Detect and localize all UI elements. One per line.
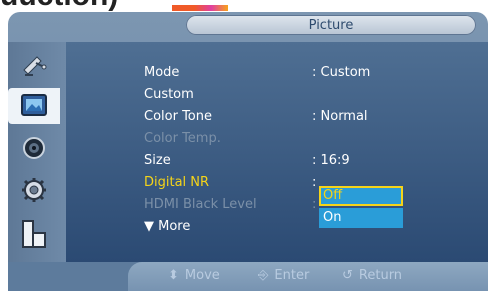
satellite-dish-icon xyxy=(23,56,47,76)
sidebar-tab-channel[interactable] xyxy=(12,48,56,84)
up-down-arrows-icon: ⬍ xyxy=(168,268,179,283)
cropped-color-swatch xyxy=(172,5,228,11)
menu-item-label: Digital NR xyxy=(144,175,210,190)
dropdown-option-on[interactable]: On xyxy=(319,208,403,228)
menu-item-more[interactable]: ▼ More xyxy=(144,218,190,236)
menu-item-size[interactable]: Size xyxy=(144,152,171,170)
hint-move-label: Move xyxy=(184,268,220,283)
input-icon xyxy=(22,220,46,248)
menu-item-label: Color Temp. xyxy=(144,131,221,146)
menu-item-custom[interactable]: Custom xyxy=(144,86,194,104)
sidebar xyxy=(8,42,66,262)
menu-item-color-tone[interactable]: Color Tone xyxy=(144,108,212,126)
sidebar-tab-setup[interactable] xyxy=(12,172,56,208)
hint-move: ⬍ Move xyxy=(168,268,220,283)
menu-content: Mode : Custom Custom Color Tone : Normal… xyxy=(66,42,488,262)
return-icon: ↺ xyxy=(342,268,353,283)
menu-item-label: Size xyxy=(144,153,171,168)
picture-icon xyxy=(21,94,47,116)
menu-item-value: : Normal xyxy=(312,109,368,124)
menu-item-color-temp: Color Temp. xyxy=(144,130,221,148)
gear-icon xyxy=(22,178,46,202)
menu-item-hdmi-black-level: HDMI Black Level xyxy=(144,196,257,214)
speaker-icon xyxy=(23,137,45,159)
menu-item-label: Mode xyxy=(144,65,180,80)
hint-enter: ⎆ Enter xyxy=(258,268,309,283)
sidebar-tab-input[interactable] xyxy=(12,216,56,252)
digital-nr-dropdown[interactable]: Off On xyxy=(319,186,403,230)
sidebar-tab-picture[interactable] xyxy=(8,88,60,124)
menu-item-mode[interactable]: Mode xyxy=(144,64,179,82)
bottom-bar: ⬍ Move ⎆ Enter ↺ Return xyxy=(8,262,488,291)
menu-item-digital-nr[interactable]: Digital NR xyxy=(144,174,209,192)
osd-panel: Picture Mode: Custom Custom Color Tone … xyxy=(8,12,488,291)
hint-return: ↺ Return xyxy=(342,268,402,283)
hint-return-label: Return xyxy=(358,268,403,283)
menu-item-value: : 16:9 xyxy=(312,153,350,168)
menu-item-value: : xyxy=(312,197,317,212)
title-bar: Picture xyxy=(186,15,476,35)
dropdown-option-off[interactable]: Off xyxy=(319,186,403,206)
menu-item-value: : Custom xyxy=(312,65,371,80)
sidebar-tab-sound[interactable] xyxy=(12,130,56,166)
window-title: Picture xyxy=(308,18,354,33)
enter-icon: ⎆ xyxy=(258,268,269,283)
menu-item-value: : xyxy=(312,175,317,190)
menu-item-label: ▼ More xyxy=(144,219,191,234)
menu-item-label: HDMI Black Level xyxy=(144,197,257,212)
navigation-hints: ⬍ Move ⎆ Enter ↺ Return xyxy=(128,262,488,291)
menu-item-label: Color Tone xyxy=(144,109,212,124)
hint-enter-label: Enter xyxy=(274,268,310,283)
menu-item-label: Custom xyxy=(144,87,194,102)
